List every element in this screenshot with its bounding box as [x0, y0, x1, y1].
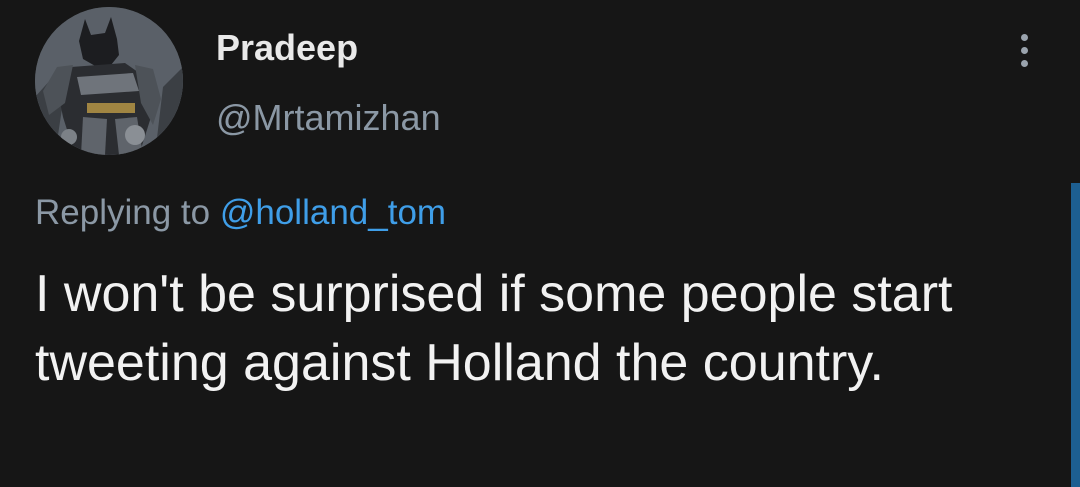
- tweet-card: Pradeep @Mrtamizhan Replying to @holland…: [0, 0, 1080, 487]
- replying-to-label: Replying to: [35, 193, 211, 232]
- replying-to-line: Replying to @holland_tom: [35, 192, 446, 234]
- scrollbar[interactable]: [1071, 183, 1080, 487]
- batman-avatar-icon: [35, 7, 183, 155]
- display-name[interactable]: Pradeep: [216, 28, 358, 68]
- reply-mention-link[interactable]: @holland_tom: [220, 193, 446, 232]
- user-handle[interactable]: @Mrtamizhan: [216, 98, 441, 138]
- tweet-text: I won't be surprised if some people star…: [35, 265, 953, 392]
- more-options-button[interactable]: [1006, 28, 1042, 72]
- more-vertical-icon-dot: [1020, 59, 1028, 67]
- avatar[interactable]: [35, 7, 183, 155]
- more-vertical-icon-dot: [1020, 46, 1028, 54]
- more-vertical-icon: [1020, 33, 1028, 41]
